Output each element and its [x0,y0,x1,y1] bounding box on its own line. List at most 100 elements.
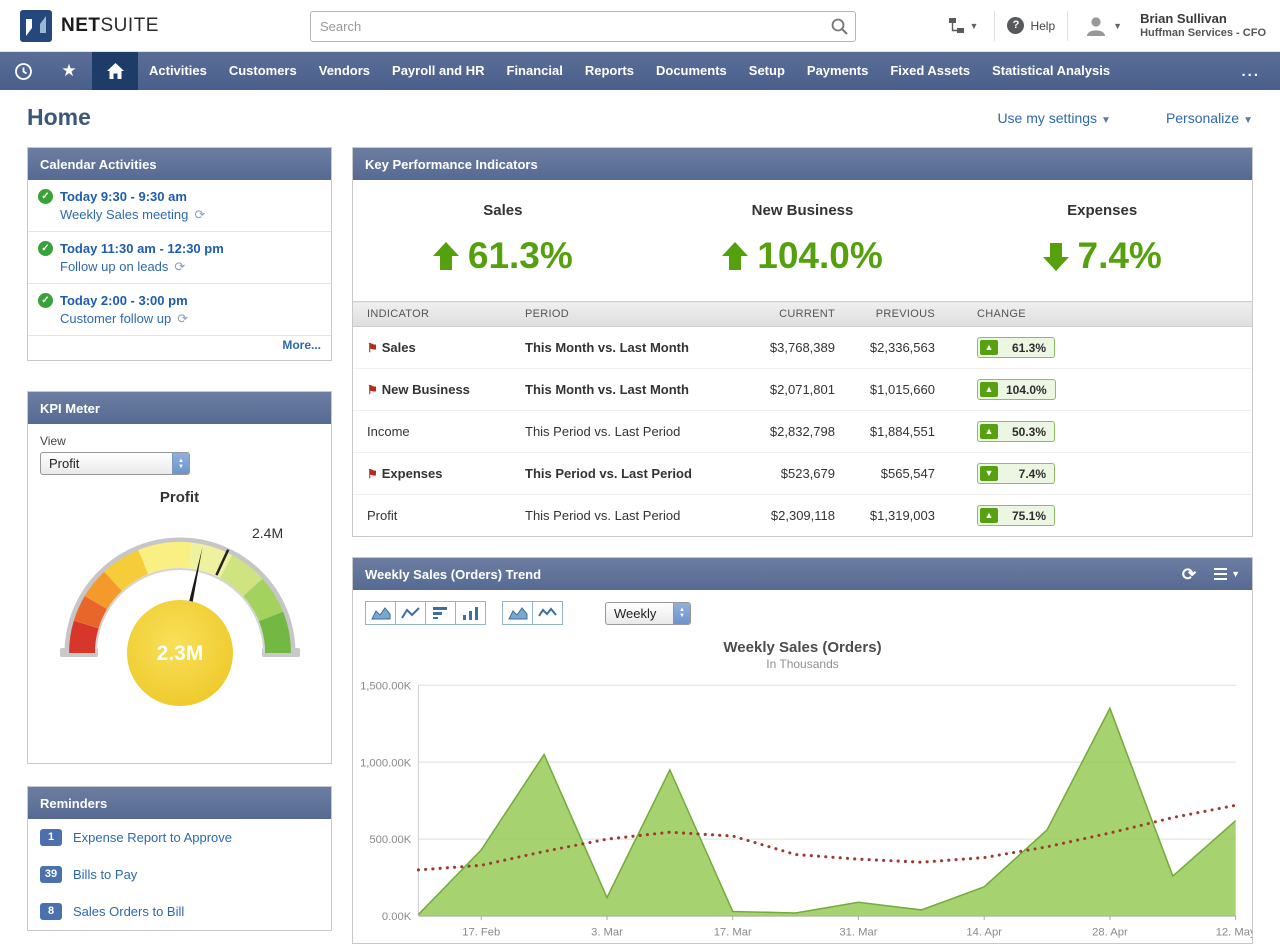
calendar-event-title[interactable]: Weekly Sales meeting⟳ [38,207,321,223]
nav-item-reports[interactable]: Reports [574,52,645,90]
weekly-sales-trend-panel: Weekly Sales (Orders) Trend ⟳ ▼ [352,557,1253,944]
kpi-highlight-expenses: Expenses 7.4% [952,202,1252,277]
calendar-event-title[interactable]: Follow up on leads⟳ [38,259,321,275]
calendar-item: ✓ Today 9:30 - 9:30 am Weekly Sales meet… [28,180,331,232]
change-badge: ▲50.3% [977,421,1055,442]
nav-item-vendors[interactable]: Vendors [308,52,381,90]
nav-more-button[interactable]: ... [1221,63,1280,80]
chart-type-area-button[interactable] [365,601,396,625]
kpi-meter-view-select[interactable]: Profit ▲▼ [40,452,190,475]
roles-menu-button[interactable]: ▼ [944,13,983,38]
calendar-panel-header: Calendar Activities [28,148,331,180]
reminder-sales-orders[interactable]: 8 Sales Orders to Bill [28,893,331,930]
home-tab[interactable] [92,52,138,90]
reminder-bills-to-pay[interactable]: 39 Bills to Pay [28,856,331,893]
personalize-link[interactable]: Personalize▼ [1166,110,1253,126]
reminder-expense-report[interactable]: 1 Expense Report to Approve [28,819,331,856]
roles-icon [948,17,965,34]
period-select-value: Weekly [606,603,673,624]
table-row-sales: ⚑Sales This Month vs. Last Month $3,768,… [353,327,1252,369]
trend-panel-title: Weekly Sales (Orders) Trend [365,567,541,582]
use-my-settings-link[interactable]: Use my settings▼ [997,110,1111,126]
overlay-line-button[interactable] [532,601,563,625]
svg-text:17. Feb: 17. Feb [462,927,500,939]
up-arrow-icon: ▲ [980,340,998,355]
kpi-table-header-row: INDICATOR PERIOD CURRENT PREVIOUS CHANGE [353,302,1252,327]
nav-item-financial[interactable]: Financial [496,52,574,90]
change-badge: ▲61.3% [977,337,1055,358]
svg-text:31. Mar: 31. Mar [839,927,877,939]
flag-icon: ⚑ [367,341,378,355]
nav-item-setup[interactable]: Setup [738,52,796,90]
right-column: Key Performance Indicators Sales 61.3% N… [352,147,1253,944]
reminders-panel-header: Reminders [28,787,331,819]
calendar-event-time[interactable]: Today 9:30 - 9:30 am [60,189,187,204]
reminder-count-badge: 1 [40,829,62,846]
header-divider [1067,11,1068,41]
help-label: Help [1030,19,1055,33]
change-badge: ▲104.0% [977,379,1056,400]
user-role: Huffman Services - CFO [1140,27,1266,41]
check-icon: ✓ [38,189,53,204]
svg-text:17. Mar: 17. Mar [714,927,752,939]
calendar-more-link[interactable]: More... [28,336,331,360]
calendar-event-title[interactable]: Customer follow up⟳ [38,311,321,327]
reminder-label: Sales Orders to Bill [73,904,184,919]
col-indicator: INDICATOR [353,302,515,327]
nav-item-payroll-hr[interactable]: Payroll and HR [381,52,495,90]
change-badge: ▲75.1% [977,505,1055,526]
kpi-highlight-sales: Sales 61.3% [353,202,653,277]
recent-records-icon[interactable] [0,52,46,90]
panel-menu-button[interactable]: ▼ [1214,569,1240,579]
user-menu-button[interactable]: ▼ [1080,11,1126,41]
nav-item-statistical-analysis[interactable]: Statistical Analysis [981,52,1121,90]
chart-type-vbar-button[interactable] [455,601,486,625]
chart-type-group [365,601,486,625]
chart-title: Weekly Sales (Orders) [353,639,1252,656]
reminders-panel: Reminders 1 Expense Report to Approve 39… [27,786,332,931]
reminder-label: Expense Report to Approve [73,830,232,845]
calendar-event-time[interactable]: Today 2:00 - 3:00 pm [60,293,188,308]
up-arrow-icon [722,242,748,271]
nav-item-activities[interactable]: Activities [138,52,218,90]
svg-text:14. Apr: 14. Apr [966,927,1002,939]
svg-text:1,000.00K: 1,000.00K [360,757,412,769]
nav-item-fixed-assets[interactable]: Fixed Assets [879,52,981,90]
nav-item-documents[interactable]: Documents [645,52,738,90]
calendar-item: ✓ Today 2:00 - 3:00 pm Customer follow u… [28,284,331,336]
kpi-meter-panel: KPI Meter View Profit ▲▼ Profit [27,391,332,764]
refresh-icon[interactable]: ⟳ [1182,566,1196,583]
top-header: NETSUITE ▼ ? Help ▼ [0,0,1280,52]
user-name: Brian Sullivan [1140,11,1266,27]
nav-item-payments[interactable]: Payments [796,52,879,90]
chart-type-line-button[interactable] [395,601,426,625]
svg-text:3. Mar: 3. Mar [591,927,623,939]
chart-type-hbar-button[interactable] [425,601,456,625]
search-icon[interactable] [830,17,849,36]
col-current: CURRENT [723,302,845,327]
calendar-event-time[interactable]: Today 11:30 am - 12:30 pm [60,241,224,256]
kpi-highlight-name: Expenses [952,202,1252,219]
overlay-area-button[interactable] [502,601,533,625]
search-input[interactable] [310,11,856,42]
gauge-svg: 2.3M 2.4M [40,506,320,706]
table-row-new-business: ⚑New Business This Month vs. Last Month … [353,369,1252,411]
netsuite-logo[interactable]: NETSUITE [20,10,159,42]
trend-period-select[interactable]: Weekly ▲▼ [605,602,691,625]
caret-down-icon: ▼ [970,21,979,31]
up-arrow-icon: ▲ [980,382,998,397]
shortcuts-star-icon[interactable]: ★ [46,52,92,90]
kpi-highlight-value: 104.0% [757,235,883,277]
select-stepper-icon: ▲▼ [673,603,690,624]
down-arrow-icon: ▼ [980,466,998,481]
brand-suite: SUITE [101,15,159,36]
page-head: Home Use my settings▼ Personalize▼ [0,90,1280,141]
view-label: View [40,434,319,448]
page-head-links: Use my settings▼ Personalize▼ [997,110,1253,126]
calendar-panel-title: Calendar Activities [40,157,157,172]
help-button[interactable]: ? Help [1007,17,1055,34]
select-stepper-icon: ▲▼ [172,453,189,474]
nav-item-customers[interactable]: Customers [218,52,308,90]
reminders-panel-title: Reminders [40,796,107,811]
table-row-income: Income This Period vs. Last Period $2,83… [353,411,1252,453]
